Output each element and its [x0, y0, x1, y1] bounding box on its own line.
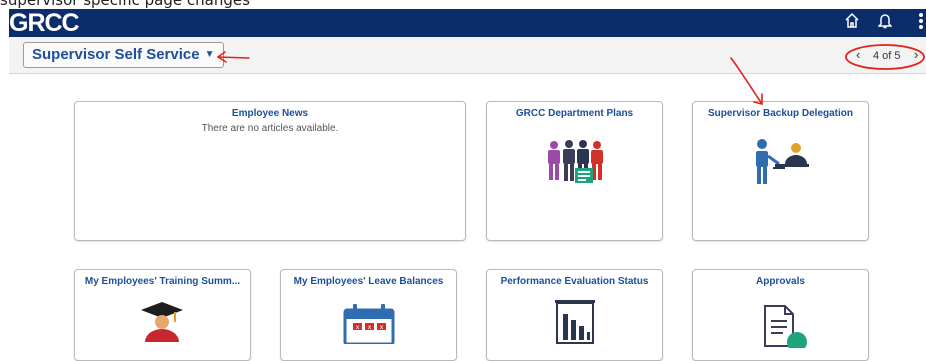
tile-title: My Employees' Leave Balances: [293, 276, 444, 287]
tile-title: Approvals: [756, 276, 805, 287]
tile-employee-news[interactable]: Employee News There are no articles avai…: [74, 101, 466, 241]
tile-title: Supervisor Backup Delegation: [707, 108, 854, 119]
tile-message: There are no articles available.: [201, 123, 339, 134]
svg-text:x: x: [356, 324, 360, 331]
svg-text:x: x: [368, 324, 372, 331]
bell-icon[interactable]: [877, 12, 893, 35]
dashboard-pager: ‹ 4 of 5 ›: [846, 47, 926, 65]
home-icon[interactable]: [844, 12, 860, 35]
delegation-icon: [756, 139, 809, 184]
caret-down-icon: ▼: [204, 49, 215, 61]
top-caption-strip: supervisor specific page changes: [0, 0, 926, 9]
dashboard-bar: Supervisor Self Service ▼ ‹ 4 of 5 ›: [9, 37, 926, 74]
previous-page-icon[interactable]: ‹: [856, 46, 860, 64]
approval-document-icon: [764, 305, 807, 348]
top-header-bar: GRCC: [9, 9, 926, 37]
tile-department-plans[interactable]: GRCC Department Plans: [486, 101, 663, 241]
calendar-icon: x x x: [343, 304, 395, 344]
graduate-icon: [141, 302, 183, 342]
tile-area: Employee News There are no articles avai…: [9, 74, 926, 361]
tile-backup-delegation[interactable]: Supervisor Backup Delegation: [692, 101, 869, 241]
tile-title: GRCC Department Plans: [515, 108, 634, 119]
tile-leave-balances[interactable]: My Employees' Leave Balances x x x: [280, 269, 457, 361]
tile-title: My Employees' Training Summ...: [84, 276, 241, 287]
more-icon[interactable]: [918, 12, 924, 35]
tile-title: Performance Evaluation Status: [500, 276, 649, 287]
tile-title: Employee News: [231, 108, 309, 119]
grcc-logo: GRCC: [9, 9, 80, 37]
left-margin: [0, 9, 9, 346]
tile-training-summary[interactable]: My Employees' Training Summ...: [74, 269, 251, 361]
next-page-icon[interactable]: ›: [914, 46, 918, 64]
team-icon: [548, 140, 603, 183]
pager-text: 4 of 5: [873, 50, 901, 62]
tile-performance-status[interactable]: Performance Evaluation Status: [486, 269, 663, 361]
dashboard-selector-label: Supervisor Self Service: [32, 46, 200, 63]
dashboard-selector[interactable]: Supervisor Self Service ▼: [23, 42, 224, 68]
caption-text: supervisor specific page changes: [0, 0, 250, 9]
svg-text:x: x: [380, 324, 384, 331]
tile-approvals[interactable]: Approvals: [692, 269, 869, 361]
chart-board-icon: [555, 300, 595, 344]
